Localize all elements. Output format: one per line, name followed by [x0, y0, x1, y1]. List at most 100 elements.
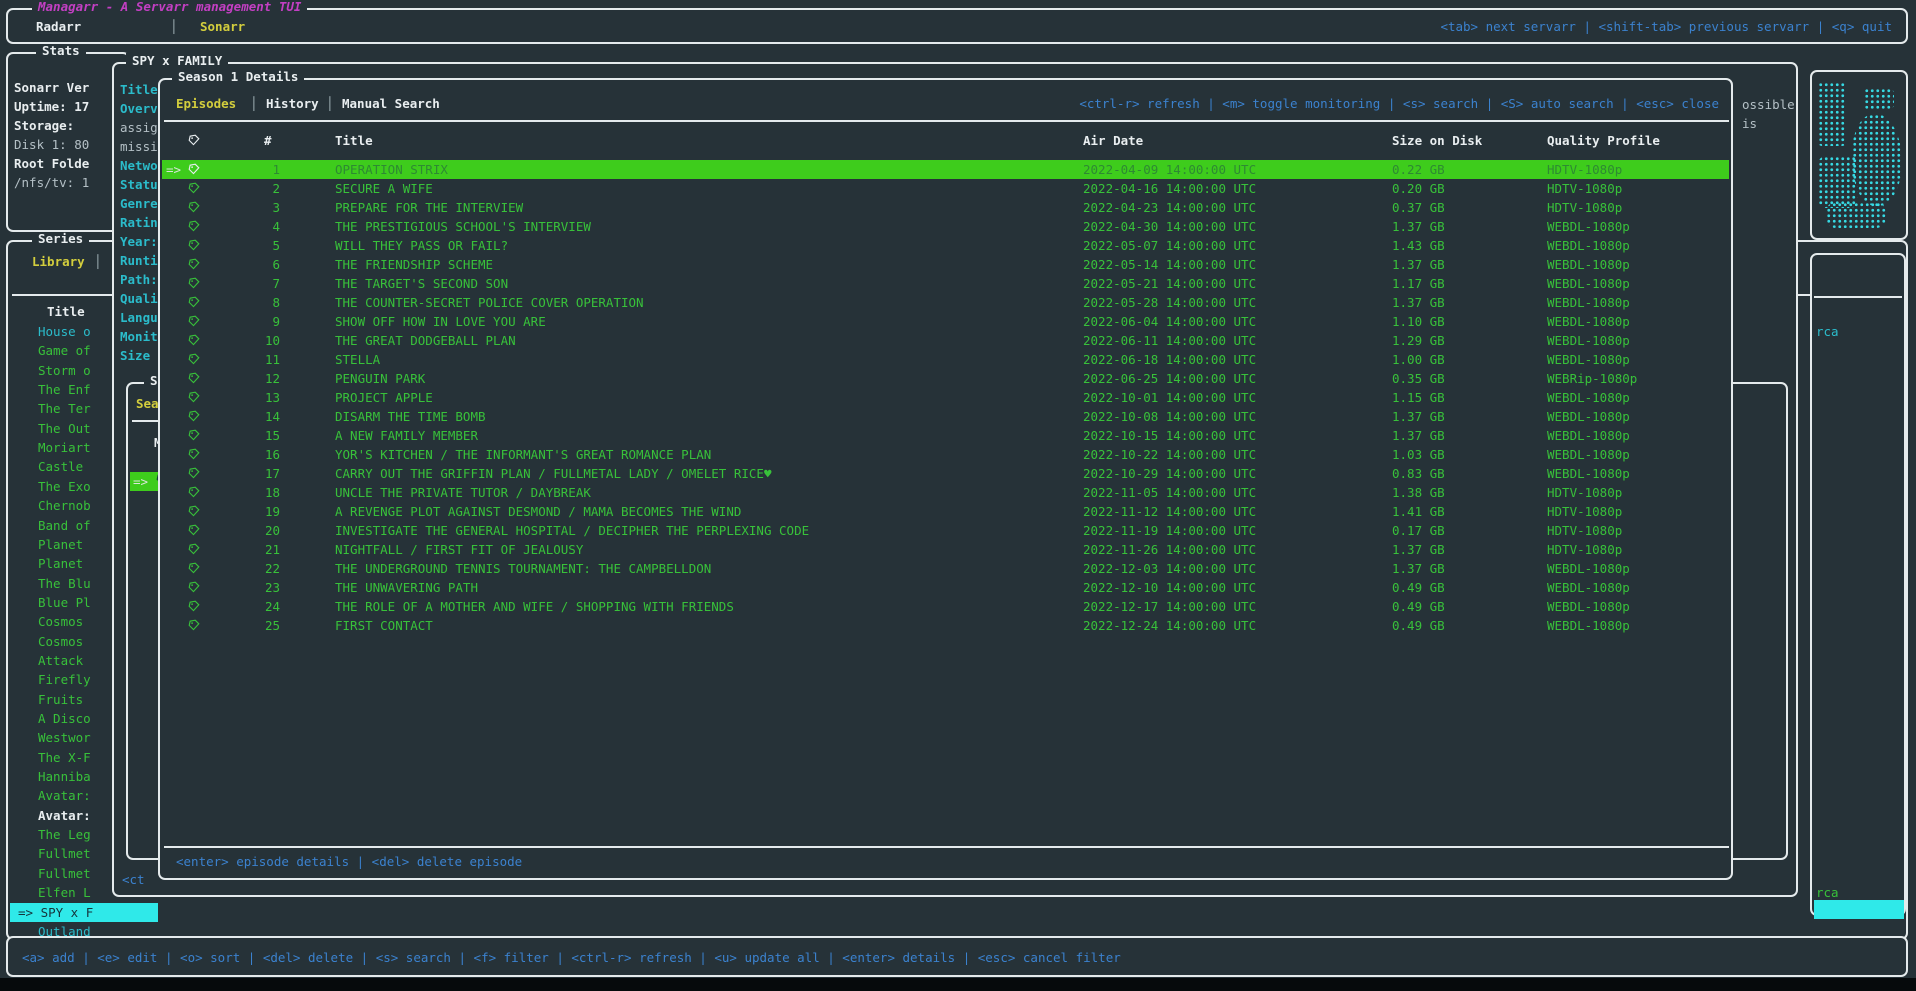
- episode-air-date: 2022-04-09 14:00:00 UTC: [1083, 160, 1256, 179]
- episode-row[interactable]: 19A REVENGE PLOT AGAINST DESMOND / MAMA …: [160, 502, 1729, 521]
- tab-manual-search[interactable]: Manual Search: [342, 94, 440, 113]
- episode-row[interactable]: 8THE COUNTER-SECRET POLICE COVER OPERATI…: [160, 293, 1729, 312]
- episode-num: 3: [256, 198, 280, 217]
- series-item[interactable]: A Disco: [38, 709, 91, 728]
- series-item[interactable]: The Out: [38, 419, 91, 438]
- episode-row[interactable]: 25FIRST CONTACT2022-12-24 14:00:00 UTC0.…: [160, 616, 1729, 635]
- tag-icon: [188, 446, 200, 465]
- episode-row[interactable]: 16YOR'S KITCHEN / THE INFORMANT'S GREAT …: [160, 445, 1729, 464]
- tab-radarr[interactable]: Radarr: [36, 17, 81, 36]
- field-label: Netwo: [120, 156, 158, 175]
- series-item-selected[interactable]: => SPY x F: [10, 903, 158, 922]
- episode-row[interactable]: 15A NEW FAMILY MEMBER2022-10-15 14:00:00…: [160, 426, 1729, 445]
- series-item[interactable]: Avatar:: [38, 806, 91, 825]
- series-item[interactable]: Fullmet: [38, 844, 91, 863]
- episode-title: UNCLE THE PRIVATE TUTOR / DAYBREAK: [335, 483, 591, 502]
- series-item[interactable]: The Ter: [38, 399, 91, 418]
- episode-size: 0.22 GB: [1392, 160, 1445, 179]
- episode-row[interactable]: 24THE ROLE OF A MOTHER AND WIFE / SHOPPI…: [160, 597, 1729, 616]
- episode-row[interactable]: 11STELLA2022-06-18 14:00:00 UTC1.00 GBWE…: [160, 350, 1729, 369]
- series-item[interactable]: Elfen L: [38, 883, 91, 902]
- episode-air-date: 2022-10-15 14:00:00 UTC: [1083, 426, 1256, 445]
- field-label: Overv: [120, 99, 158, 118]
- episode-quality: WEBDL-1080p: [1547, 616, 1630, 635]
- tab-episodes[interactable]: Episodes: [176, 94, 236, 113]
- tab-library[interactable]: Library: [32, 252, 85, 271]
- series-item[interactable]: The Exo: [38, 477, 91, 496]
- episode-title: STELLA: [335, 350, 380, 369]
- series-item[interactable]: Cosmos: [38, 632, 83, 651]
- tag-icon: [188, 180, 200, 199]
- series-item[interactable]: Moriart: [38, 438, 91, 457]
- episode-row[interactable]: 17CARRY OUT THE GRIFFIN PLAN / FULLMETAL…: [160, 464, 1729, 483]
- episode-air-date: 2022-05-28 14:00:00 UTC: [1083, 293, 1256, 312]
- tab-sonarr[interactable]: Sonarr: [200, 17, 245, 36]
- tag-icon: [188, 218, 200, 237]
- episode-size: 0.35 GB: [1392, 369, 1445, 388]
- series-item[interactable]: The Leg: [38, 825, 91, 844]
- series-item[interactable]: Fullmet: [38, 864, 91, 883]
- field-label: Quali: [120, 289, 158, 308]
- series-item[interactable]: Band of: [38, 516, 91, 535]
- tab-history[interactable]: History: [266, 94, 319, 113]
- season-details-panel: Season 1 Details Episodes │ History │ Ma…: [158, 78, 1733, 880]
- col-num: #: [264, 131, 272, 150]
- series-item[interactable]: Westwor: [38, 728, 91, 747]
- episode-row[interactable]: 18UNCLE THE PRIVATE TUTOR / DAYBREAK2022…: [160, 483, 1729, 502]
- episode-row[interactable]: 14DISARM THE TIME BOMB2022-10-08 14:00:0…: [160, 407, 1729, 426]
- field-label: Title: [120, 80, 158, 99]
- field-label: Year:: [120, 232, 158, 251]
- series-item[interactable]: Castle: [38, 457, 83, 476]
- episode-row[interactable]: 5WILL THEY PASS OR FAIL?2022-05-07 14:00…: [160, 236, 1729, 255]
- episode-row[interactable]: 7THE TARGET'S SECOND SON2022-05-21 14:00…: [160, 274, 1729, 293]
- series-item[interactable]: Blue Pl: [38, 593, 91, 612]
- episode-row[interactable]: 12PENGUIN PARK2022-06-25 14:00:00 UTC0.3…: [160, 369, 1729, 388]
- series-item[interactable]: The X-F: [38, 748, 91, 767]
- series-item[interactable]: House o: [38, 322, 91, 341]
- episode-row[interactable]: => 1OPERATION STRIX2022-04-09 14:00:00 U…: [160, 160, 1729, 179]
- series-item[interactable]: Planet: [38, 554, 83, 573]
- episode-air-date: 2022-05-07 14:00:00 UTC: [1083, 236, 1256, 255]
- stats-line: Uptime: 17: [14, 97, 89, 116]
- episode-air-date: 2022-04-23 14:00:00 UTC: [1083, 198, 1256, 217]
- series-item[interactable]: Fruits: [38, 690, 83, 709]
- episode-row[interactable]: 22THE UNDERGROUND TENNIS TOURNAMENT: THE…: [160, 559, 1729, 578]
- tab-separator: │: [170, 17, 178, 36]
- series-item[interactable]: Cosmos: [38, 612, 83, 631]
- series-item[interactable]: Storm o: [38, 361, 91, 380]
- episode-row[interactable]: 6THE FRIENDSHIP SCHEME2022-05-14 14:00:0…: [160, 255, 1729, 274]
- episode-num: 23: [256, 578, 280, 597]
- episode-row[interactable]: 13PROJECT APPLE2022-10-01 14:00:00 UTC1.…: [160, 388, 1729, 407]
- episode-title: PENGUIN PARK: [335, 369, 425, 388]
- episode-quality: WEBDL-1080p: [1547, 464, 1630, 483]
- series-item[interactable]: Hanniba: [38, 767, 91, 786]
- episode-row[interactable]: 4THE PRESTIGIOUS SCHOOL'S INTERVIEW2022-…: [160, 217, 1729, 236]
- episode-num: 10: [256, 331, 280, 350]
- series-item[interactable]: The Blu: [38, 574, 91, 593]
- series-item[interactable]: Planet: [38, 535, 83, 554]
- series-item[interactable]: Game of: [38, 341, 91, 360]
- episode-row[interactable]: 20INVESTIGATE THE GENERAL HOSPITAL / DEC…: [160, 521, 1729, 540]
- episode-size: 0.37 GB: [1392, 198, 1445, 217]
- episode-title: THE FRIENDSHIP SCHEME: [335, 255, 493, 274]
- episode-quality: HDTV-1080p: [1547, 198, 1622, 217]
- episode-air-date: 2022-12-10 14:00:00 UTC: [1083, 578, 1256, 597]
- series-item[interactable]: Avatar:: [38, 786, 91, 805]
- episode-row[interactable]: 2SECURE A WIFE2022-04-16 14:00:00 UTC0.2…: [160, 179, 1729, 198]
- episode-row[interactable]: 3PREPARE FOR THE INTERVIEW2022-04-23 14:…: [160, 198, 1729, 217]
- series-item[interactable]: Firefly: [38, 670, 91, 689]
- episode-num: 13: [256, 388, 280, 407]
- episode-row[interactable]: 10THE GREAT DODGEBALL PLAN2022-06-11 14:…: [160, 331, 1729, 350]
- series-item[interactable]: Chernob: [38, 496, 91, 515]
- episode-air-date: 2022-12-24 14:00:00 UTC: [1083, 616, 1256, 635]
- episode-air-date: 2022-06-25 14:00:00 UTC: [1083, 369, 1256, 388]
- episode-size: 1.43 GB: [1392, 236, 1445, 255]
- episode-quality: WEBDL-1080p: [1547, 445, 1630, 464]
- episode-row[interactable]: 23THE UNWAVERING PATH2022-12-10 14:00:00…: [160, 578, 1729, 597]
- tag-icon: [188, 560, 200, 579]
- series-item[interactable]: The Enf: [38, 380, 91, 399]
- series-item[interactable]: Attack: [38, 651, 83, 670]
- episode-row[interactable]: 21NIGHTFALL / FIRST FIT OF JEALOUSY2022-…: [160, 540, 1729, 559]
- episode-air-date: 2022-06-04 14:00:00 UTC: [1083, 312, 1256, 331]
- episode-row[interactable]: 9SHOW OFF HOW IN LOVE YOU ARE2022-06-04 …: [160, 312, 1729, 331]
